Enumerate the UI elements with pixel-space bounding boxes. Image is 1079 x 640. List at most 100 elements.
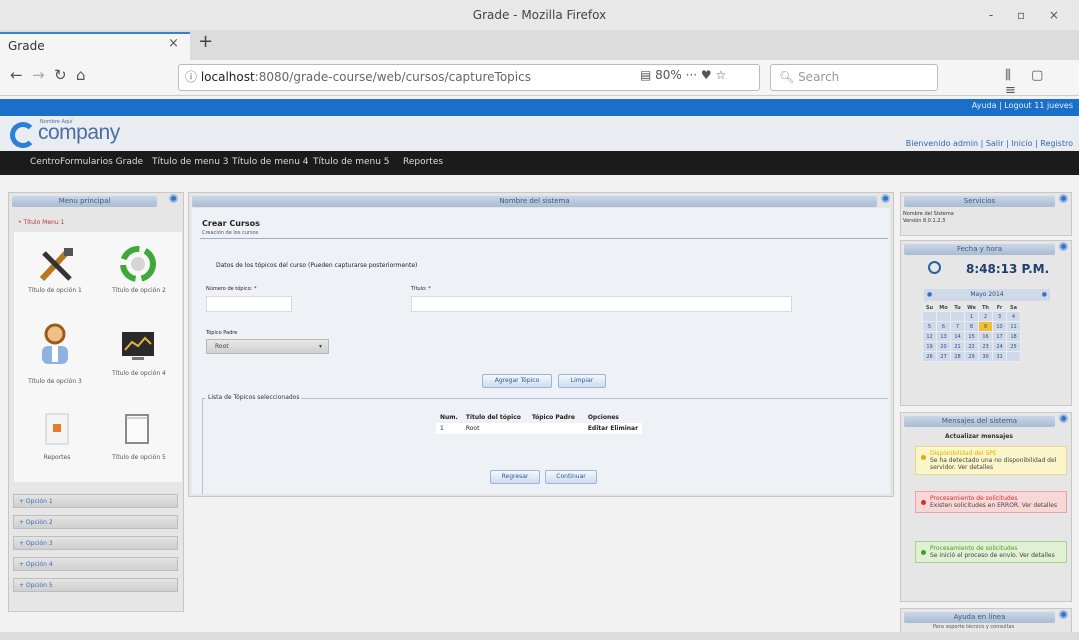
calendar-day[interactable]: 20 — [936, 341, 951, 352]
calendar-day[interactable]: 29 — [964, 351, 979, 362]
add-topic-button[interactable]: Agregar Tópico — [482, 374, 552, 388]
calendar-day[interactable]: 24 — [992, 341, 1007, 352]
search-input[interactable]: 🔍︎ Search — [770, 64, 938, 91]
system-message[interactable]: Disponibilidad del SPE Se ha detectado un… — [915, 446, 1067, 475]
calendar-month[interactable]: ● Mayo 2014 ● — [924, 289, 1050, 301]
menu-item-formularios[interactable]: Formularios Grade — [60, 157, 143, 167]
monitor-icon[interactable] — [120, 330, 156, 362]
calendar-day[interactable]: 3 — [992, 311, 1007, 322]
calendar-day[interactable]: 2 — [978, 311, 993, 322]
option-2[interactable]: + Opción 2 — [13, 515, 178, 529]
calendar-day[interactable]: 31 — [992, 351, 1007, 362]
recycle-icon[interactable] — [117, 243, 159, 285]
option-5[interactable]: + Opción 5 — [13, 578, 178, 592]
browser-tab[interactable]: Grade — [0, 32, 190, 60]
calendar-day[interactable]: 7 — [950, 321, 965, 332]
icon-label-5[interactable]: Reportes — [24, 454, 90, 461]
calendar-day[interactable]: 15 — [964, 331, 979, 342]
icon-label-6[interactable]: Título de opción 5 — [106, 454, 172, 461]
left-menu-title[interactable]: • Título Menu 1 — [18, 219, 64, 226]
prev-month-icon[interactable]: ● — [927, 289, 932, 301]
calendar-day[interactable]: 1 — [964, 311, 979, 322]
calendar-day[interactable]: 14 — [950, 331, 965, 342]
option-1[interactable]: + Opción 1 — [13, 494, 178, 508]
table-row: 1 Root Editar Eliminar — [436, 423, 643, 434]
calendar-day[interactable]: 12 — [922, 331, 937, 342]
back-button[interactable]: Regresar — [490, 470, 540, 484]
gear-icon[interactable] — [1059, 194, 1068, 203]
icon-label-1[interactable]: Título de opción 1 — [22, 287, 88, 294]
cell-options[interactable]: Editar Eliminar — [583, 423, 643, 434]
option-3[interactable]: + Opción 3 — [13, 536, 178, 550]
zoom-level[interactable]: 80% — [655, 68, 682, 82]
calendar-day[interactable] — [922, 311, 937, 322]
toolbar-icons[interactable]: ⫼ ▢ ≡ — [1005, 68, 1079, 98]
calendar-day[interactable]: 23 — [978, 341, 993, 352]
continue-button[interactable]: Continuar — [545, 470, 597, 484]
icon-label-4[interactable]: Título de opción 4 — [106, 370, 172, 377]
calendar-day[interactable] — [950, 311, 965, 322]
system-message[interactable]: Procesamiento de solicitudes Se inició el… — [915, 541, 1067, 563]
calendar-day[interactable]: 10 — [992, 321, 1007, 332]
tools-icon[interactable] — [36, 245, 76, 285]
calendar-day[interactable]: 28 — [950, 351, 965, 362]
window-controls[interactable]: - ▫ × — [989, 0, 1069, 30]
calendar-day[interactable] — [1006, 351, 1021, 362]
page-actions-icons[interactable]: ··· ♥ ☆ — [686, 68, 727, 82]
icon-label-2[interactable]: Título de opción 2 — [106, 287, 172, 294]
menu-item-5[interactable]: Título de menu 5 — [313, 157, 390, 167]
topic-title-input[interactable] — [411, 296, 792, 312]
option-4[interactable]: + Opción 4 — [13, 557, 178, 571]
main-panel-header: Nombre del sistema — [192, 196, 877, 207]
calendar-day[interactable]: 17 — [992, 331, 1007, 342]
reload-icon[interactable]: ↻ — [54, 66, 67, 84]
parent-topic-select[interactable]: Root ▾ — [206, 339, 329, 354]
user-links[interactable]: Bienvenido admin | Salir | Inicio | Regi… — [906, 139, 1073, 148]
calendar-day[interactable]: 21 — [950, 341, 965, 352]
icon-label-3[interactable]: Título de opción 3 — [22, 378, 88, 385]
gear-icon[interactable] — [169, 194, 178, 203]
tab-close-icon[interactable]: × — [168, 32, 179, 56]
menu-item-4[interactable]: Título de menu 4 — [232, 157, 309, 167]
calendar-day[interactable]: 4 — [1006, 311, 1021, 322]
new-tab-icon[interactable]: + — [198, 31, 213, 52]
home-icon[interactable]: ⌂ — [76, 66, 86, 84]
frame-icon[interactable] — [123, 412, 151, 446]
calendar-day[interactable]: 25 — [1006, 341, 1021, 352]
calendar-day[interactable]: 30 — [978, 351, 993, 362]
calendar-day[interactable]: 6 — [936, 321, 951, 332]
gear-icon[interactable] — [1059, 414, 1068, 423]
calendar-grid[interactable]: Su Mo Tu We Th Fr Sa 1 2 3 4 5 6 7 8 9 10 11 12 13 14 15 16 17 1… — [922, 305, 1021, 362]
calendar-day[interactable]: 27 — [936, 351, 951, 362]
url-actions[interactable]: ▤ 80% ··· ♥ ☆ — [640, 68, 726, 82]
calendar-day[interactable]: 11 — [1006, 321, 1021, 332]
menu-item-centro[interactable]: Centro — [30, 157, 60, 167]
calendar-day[interactable]: 5 — [922, 321, 937, 332]
document-icon[interactable] — [44, 412, 70, 446]
update-messages-link[interactable]: Actualizar mensajes — [945, 433, 1013, 440]
calendar-day[interactable]: 19 — [922, 341, 937, 352]
calendar-day[interactable]: 9 — [978, 321, 993, 332]
next-month-icon[interactable]: ● — [1042, 289, 1047, 301]
calendar-day[interactable]: 22 — [964, 341, 979, 352]
gear-icon[interactable] — [1059, 242, 1068, 251]
parent-topic-value: Root — [215, 343, 229, 350]
user-icon[interactable] — [36, 322, 74, 366]
gear-icon[interactable] — [1059, 610, 1068, 619]
menu-item-3[interactable]: Título de menu 3 — [152, 157, 229, 167]
calendar-day[interactable] — [936, 311, 951, 322]
calendar-day[interactable]: 18 — [1006, 331, 1021, 342]
calendar-day[interactable]: 16 — [978, 331, 993, 342]
calendar-day[interactable]: 8 — [964, 321, 979, 332]
clear-button[interactable]: Limpiar — [558, 374, 606, 388]
forward-icon[interactable]: → — [32, 66, 45, 84]
topic-number-input[interactable] — [206, 296, 292, 312]
calendar-day[interactable]: 13 — [936, 331, 951, 342]
system-message[interactable]: Procesamiento de solicitudes Existen soli… — [915, 491, 1067, 513]
top-links[interactable]: Ayuda | Logout 11 jueves — [972, 101, 1073, 110]
calendar-day[interactable]: 26 — [922, 351, 937, 362]
back-icon[interactable]: ← — [10, 66, 23, 84]
menu-item-reportes[interactable]: Reportes — [403, 157, 443, 167]
message-title: Procesamiento de solicitudes — [930, 495, 1018, 502]
gear-icon[interactable] — [881, 194, 890, 203]
